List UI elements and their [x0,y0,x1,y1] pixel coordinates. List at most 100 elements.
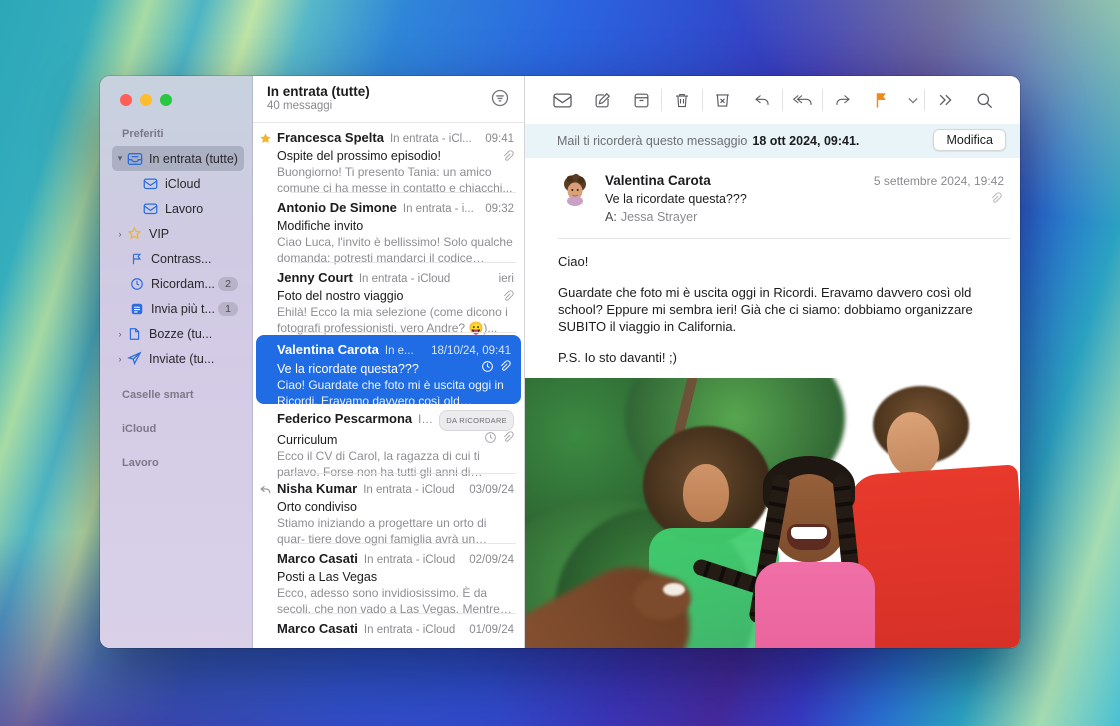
window-controls [112,90,244,120]
sidebar-item-label: Bozze (tu... [149,327,238,341]
paperclip-icon [501,431,514,448]
sender-name: Valentina Carota [277,341,379,358]
remind-clock-icon [484,431,497,448]
message-time: 18/10/24, 09:41 [431,343,511,360]
sidebar-item-drafts[interactable]: › Bozze (tu... [112,321,244,346]
toolbar [525,76,1020,124]
message-time: 03/09/24 [469,482,514,499]
forward-button[interactable] [823,86,862,114]
sidebar-item-flagged[interactable]: Contrass... [126,246,244,271]
sidebar-item-lavoro-inbox[interactable]: Lavoro [140,196,244,221]
chevron-right-icon[interactable]: › [114,354,126,364]
message-row[interactable]: Francesca Spelta In entrata - iCl... 09:… [253,123,524,193]
trash-button[interactable] [662,86,701,114]
message-row[interactable]: Federico Pescarmona In ... DA RICORDARE … [253,404,524,474]
message-row[interactable]: Marco Casati In entrata - iCloud 02/09/2… [253,544,524,614]
paperclip-icon [498,360,511,377]
sidebar-section-smart: Caselle smart [112,381,244,407]
sender-name: Nisha Kumar [277,480,357,497]
sidebar-section-lavoro[interactable]: Lavoro [112,449,244,475]
mailbox-label: In entrata - iCloud [359,271,493,288]
compose-button[interactable] [582,86,621,114]
mailbox-title: In entrata (tutte) [267,84,512,99]
more-toolbar-items-button[interactable] [925,86,964,114]
message-row-selected[interactable]: Valentina Carota In e... 18/10/24, 09:41… [256,335,521,404]
sidebar: Preferiti ▾ In entrata (tutte) iCloud La… [100,76,253,648]
message-row[interactable]: Jenny Court In entrata - iCloud ieri Fot… [253,263,524,333]
chevron-right-icon[interactable]: › [114,329,126,339]
paperclip-icon [501,290,514,303]
star-icon [126,226,143,242]
envelope-icon [142,201,159,217]
sender-name: Federico Pescarmona [277,410,412,427]
sent-icon [126,351,143,367]
sidebar-section-icloud[interactable]: iCloud [112,415,244,441]
mailbox-label: In entrata - i... [403,201,479,218]
mailbox-label: In entrata - iCloud [364,552,463,569]
zoom-window-button[interactable] [160,94,172,106]
remind-clock-icon [481,360,494,377]
message-row[interactable]: Marco Casati In entrata - iCloud 01/09/2… [253,614,524,648]
chevron-down-icon[interactable]: ▾ [114,153,126,164]
flag-chevron-down-icon[interactable] [902,86,924,114]
message-subject: Ospite del prossimo episodio! [277,148,501,164]
inbox-icon [126,151,143,167]
sidebar-item-label: Inviate (tu... [149,352,238,366]
sidebar-item-send-later[interactable]: Invia più t... 1 [126,296,244,321]
to-label: A: [605,210,617,224]
chevron-right-icon[interactable]: › [114,229,126,239]
paperclip-icon [989,192,1002,210]
message-detail-pane: Mail ti ricorderà questo messaggio 18 ot… [525,76,1020,648]
sidebar-item-sent[interactable]: › Inviate (tu... [112,346,244,371]
sidebar-item-label: iCloud [165,177,238,191]
recipient-name[interactable]: Jessa Strayer [621,210,697,224]
attachment-photo[interactable] [525,378,1020,648]
mailbox-label: In entrata - iCloud [364,622,463,639]
flag-button[interactable] [863,86,902,114]
mailbox-label: In e... [385,343,425,360]
mail-window: Preferiti ▾ In entrata (tutte) iCloud La… [100,76,1020,648]
message-time: 01/09/24 [469,622,514,639]
filter-icon[interactable] [490,88,510,108]
message-count: 40 messaggi [267,100,512,112]
sender-name: Jenny Court [277,269,353,286]
paperclip-icon [501,150,514,163]
message-time: ieri [499,271,514,288]
message-date: 5 settembre 2024, 19:42 [874,174,1004,188]
junk-button[interactable] [703,86,742,114]
message-time: 09:32 [485,201,514,218]
message-list: Francesca Spelta In entrata - iCl... 09:… [253,123,524,648]
unread-count-badge: 1 [218,302,238,316]
reply-all-button[interactable] [783,86,822,114]
envelope-icon [142,176,159,192]
sidebar-item-label: Lavoro [165,202,238,216]
mailbox-label: In entrata - iCloud [363,482,463,499]
sidebar-item-icloud-inbox[interactable]: iCloud [140,171,244,196]
search-button[interactable] [965,86,1004,114]
close-window-button[interactable] [120,94,132,106]
message-header: Valentina Carota Ve la ricordate questa?… [525,158,1020,236]
flag-icon [128,251,145,267]
minimize-window-button[interactable] [140,94,152,106]
edit-reminder-button[interactable]: Modifica [933,129,1006,151]
get-mail-button[interactable] [543,86,582,114]
sidebar-item-label: Invia più t... [151,302,214,316]
message-subject: Curriculum [277,432,484,448]
message-subject: Posti a Las Vegas [277,569,514,585]
reminder-text: Mail ti ricorderà questo messaggio [557,134,747,148]
sidebar-item-vip[interactable]: › VIP [112,221,244,246]
sender-name: Francesca Spelta [277,129,384,146]
archive-button[interactable] [622,86,661,114]
unread-count-badge: 2 [218,277,238,291]
sidebar-item-remind-me[interactable]: Ricordam... 2 [126,271,244,296]
sidebar-item-label: VIP [149,227,238,241]
mailbox-label: In entrata - iCl... [390,131,479,148]
reply-button[interactable] [742,86,781,114]
message-row[interactable]: Nisha Kumar In entrata - iCloud 03/09/24… [253,474,524,544]
message-subject: Foto del nostro viaggio [277,288,501,304]
message-list-header: In entrata (tutte) 40 messaggi [253,76,524,123]
message-row[interactable]: Antonio De Simone In entrata - i... 09:3… [253,193,524,263]
sidebar-item-inbox-all[interactable]: ▾ In entrata (tutte) [112,146,244,171]
message-body: Ciao! Guardate che foto mi è uscita oggi… [525,239,1020,378]
sender-avatar[interactable] [557,172,593,208]
